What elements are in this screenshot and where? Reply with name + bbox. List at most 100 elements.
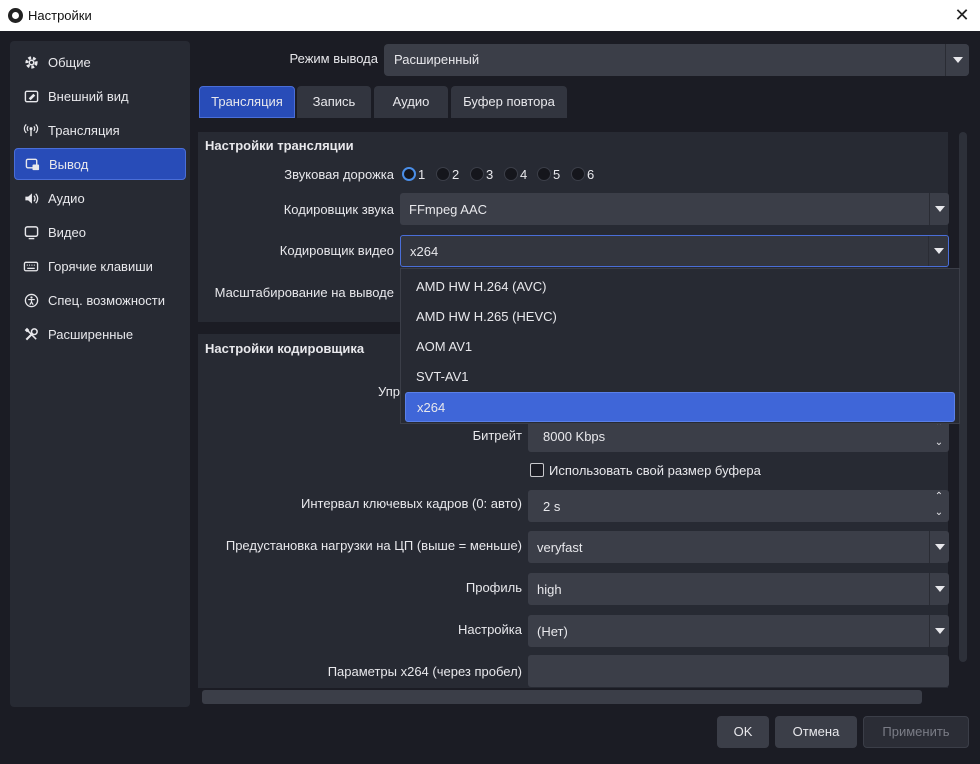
vertical-scrollbar[interactable]: [959, 132, 967, 662]
chevron-down-icon[interactable]: [928, 236, 948, 266]
output-mode-label: Режим вывода: [289, 51, 378, 66]
dropdown-option[interactable]: SVT-AV1: [405, 362, 955, 392]
audio-track-option-label: 5: [553, 167, 561, 182]
video-encoder-select[interactable]: x264: [400, 235, 949, 267]
chevron-down-icon[interactable]: ⌄: [929, 506, 949, 522]
chevron-down-icon[interactable]: [929, 573, 949, 605]
custom-buffer-checkbox[interactable]: [530, 463, 544, 477]
sidebar-item-general[interactable]: Общие: [14, 46, 186, 78]
apply-button[interactable]: Применить: [863, 716, 969, 748]
speaker-icon: [22, 189, 40, 207]
close-icon[interactable]: ✕: [948, 3, 976, 27]
cancel-button[interactable]: Отмена: [775, 716, 857, 748]
audio-encoder-value: FFmpeg AAC: [409, 201, 488, 217]
sidebar-item-label: Спец. возможности: [48, 292, 165, 308]
output-icon: [23, 155, 41, 173]
title-bar: Настройки ✕: [0, 0, 980, 31]
spin-buttons[interactable]: ⌃ ⌄: [929, 420, 949, 452]
window-title: Настройки: [28, 8, 92, 23]
output-mode-value: Расширенный: [394, 52, 480, 67]
obs-logo-icon: [8, 8, 23, 23]
sidebar-item-label: Горячие клавиши: [48, 258, 153, 274]
sidebar-item-label: Расширенные: [48, 326, 134, 342]
video-encoder-value: x264: [410, 243, 439, 259]
dropdown-option-selected[interactable]: x264: [405, 392, 955, 422]
audio-track-option-label: 6: [587, 167, 595, 182]
audio-encoder-label: Кодировщик звука: [283, 202, 394, 217]
audio-track-option-label: 2: [452, 167, 460, 182]
tune-select[interactable]: (Нет): [528, 615, 949, 647]
rescale-output-label: Масштабирование на выводе: [214, 285, 394, 300]
custom-buffer-label: Использовать свой размер буфера: [549, 463, 761, 478]
profile-label: Профиль: [465, 580, 522, 595]
accessibility-icon: [22, 291, 40, 309]
chevron-up-icon[interactable]: ⌃: [929, 490, 949, 506]
tab-recording[interactable]: Запись: [297, 86, 371, 118]
sidebar-item-label: Видео: [48, 224, 86, 240]
dropdown-option[interactable]: AOM AV1: [405, 332, 955, 362]
dropdown-option[interactable]: AMD HW H.265 (HEVC): [405, 302, 955, 332]
keyboard-icon: [22, 257, 40, 275]
audio-track-radio-2[interactable]: [436, 167, 450, 181]
chevron-down-icon[interactable]: [945, 44, 969, 76]
tune-label: Настройка: [458, 622, 522, 637]
encoder-settings-title: Настройки кодировщика: [205, 341, 365, 356]
sidebar-item-accessibility[interactable]: Спец. возможности: [14, 284, 186, 316]
sidebar-item-output[interactable]: Вывод: [14, 148, 186, 180]
keyframe-interval-value: 2 s: [543, 498, 561, 514]
x264-options-input[interactable]: [528, 655, 949, 687]
audio-encoder-select[interactable]: FFmpeg AAC: [400, 193, 949, 225]
profile-value: high: [537, 581, 562, 597]
audio-track-radio-5[interactable]: [537, 167, 551, 181]
broadcast-icon: [22, 121, 40, 139]
sidebar-item-label: Внешний вид: [48, 88, 129, 104]
audio-track-option-label: 4: [520, 167, 528, 182]
tab-stream[interactable]: Трансляция: [199, 86, 295, 118]
sidebar-item-hotkeys[interactable]: Горячие клавиши: [14, 250, 186, 282]
chevron-down-icon[interactable]: ⌄: [929, 436, 949, 452]
audio-track-label: Звуковая дорожка: [284, 167, 394, 182]
stream-settings-title: Настройки трансляции: [205, 138, 354, 153]
sidebar-item-audio[interactable]: Аудио: [14, 182, 186, 214]
sidebar-item-label: Аудио: [48, 190, 85, 206]
audio-track-radio-3[interactable]: [470, 167, 484, 181]
audio-track-radio-1[interactable]: [402, 167, 416, 181]
appearance-icon: [22, 87, 40, 105]
tune-value: (Нет): [537, 623, 568, 639]
sidebar-item-advanced[interactable]: Расширенные: [14, 318, 186, 350]
audio-track-option-label: 1: [418, 167, 426, 182]
chevron-down-icon[interactable]: [929, 193, 949, 225]
bitrate-spinbox[interactable]: 8000 Kbps ⌃ ⌄: [528, 420, 949, 452]
monitor-icon: [22, 223, 40, 241]
sidebar-item-video[interactable]: Видео: [14, 216, 186, 248]
spin-buttons[interactable]: ⌃ ⌄: [929, 490, 949, 522]
gear-icon: [22, 53, 40, 71]
bitrate-label: Битрейт: [472, 428, 522, 443]
x264-options-label: Параметры x264 (через пробел): [327, 664, 522, 679]
cpu-preset-value: veryfast: [537, 539, 583, 555]
sidebar-item-stream[interactable]: Трансляция: [14, 114, 186, 146]
cpu-preset-select[interactable]: veryfast: [528, 531, 949, 563]
profile-select[interactable]: high: [528, 573, 949, 605]
horizontal-scrollbar[interactable]: [202, 690, 922, 704]
video-encoder-dropdown-list: AMD HW H.264 (AVC) AMD HW H.265 (HEVC) A…: [400, 268, 960, 424]
keyframe-interval-label: Интервал ключевых кадров (0: авто): [301, 496, 522, 511]
chevron-down-icon[interactable]: [929, 531, 949, 563]
chevron-down-icon[interactable]: [929, 615, 949, 647]
sidebar-item-label: Трансляция: [48, 122, 120, 138]
sidebar-item-label: Общие: [48, 54, 91, 70]
tab-audio[interactable]: Аудио: [374, 86, 448, 118]
ok-button[interactable]: OK: [717, 716, 769, 748]
audio-track-radio-6[interactable]: [571, 167, 585, 181]
sidebar-item-label: Вывод: [49, 156, 89, 172]
tools-icon: [22, 325, 40, 343]
rate-control-label: Упр: [378, 384, 400, 399]
audio-track-option-label: 3: [486, 167, 494, 182]
audio-track-radio-4[interactable]: [504, 167, 518, 181]
sidebar-item-appearance[interactable]: Внешний вид: [14, 80, 186, 112]
output-mode-select[interactable]: Расширенный: [384, 44, 969, 76]
settings-sidebar: Общие Внешний вид Трансляция Вывод Аудио…: [10, 41, 190, 707]
tab-replay-buffer[interactable]: Буфер повтора: [451, 86, 567, 118]
keyframe-interval-spinbox[interactable]: 2 s ⌃ ⌄: [528, 490, 949, 522]
dropdown-option[interactable]: AMD HW H.264 (AVC): [405, 272, 955, 302]
